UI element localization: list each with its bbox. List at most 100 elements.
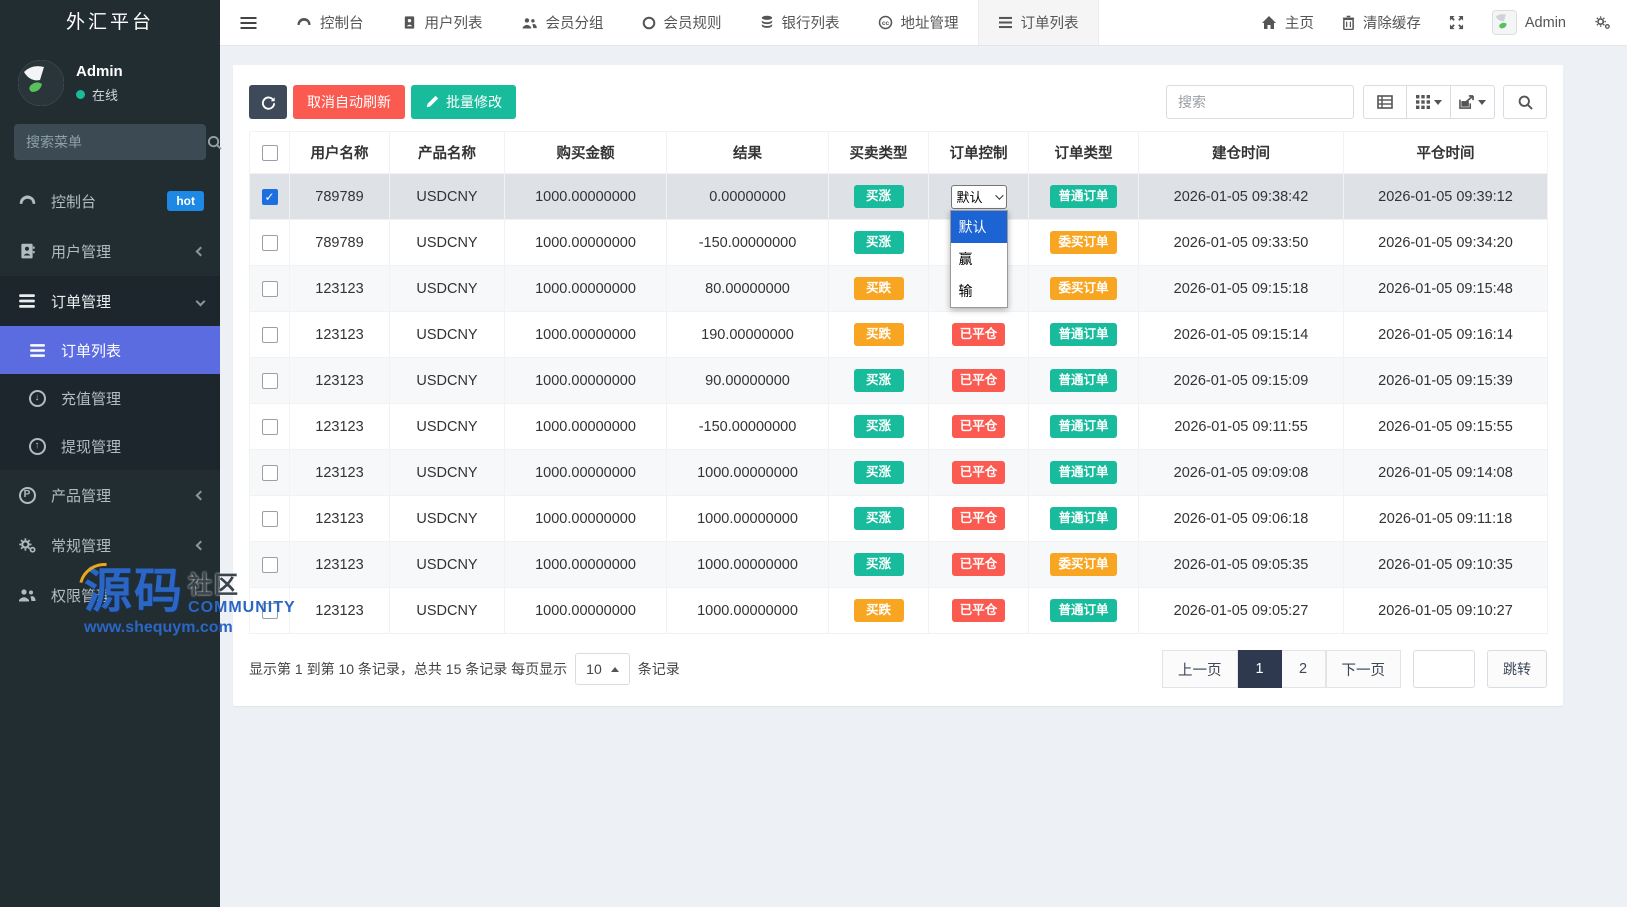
dropdown-option[interactable]: 默认 [951,211,1007,243]
home-icon [1261,15,1277,30]
cell-order-type: 普通订单 [1029,496,1139,542]
row-checkbox[interactable] [262,235,278,251]
sidebar-menu: 控制台 hot 用户管理 订单管理 订单列表 ↓ [0,176,220,620]
tab-console[interactable]: 控制台 [277,0,383,45]
row-checkbox[interactable] [262,373,278,389]
cell-result: 190.00000000 [667,312,829,358]
sidebar-item-withdraw[interactable]: ↑ 提现管理 [0,422,220,470]
export-button[interactable] [1451,85,1495,119]
search-button[interactable] [1503,85,1547,119]
cell-trade-type: 买跌 [829,266,929,312]
cell-trade-type: 买涨 [829,542,929,588]
tab-bank-list[interactable]: 银行列表 [741,0,859,45]
sidebar-item-user-management[interactable]: 用户管理 [0,226,220,276]
cell-open-time: 2026-01-05 09:11:55 [1139,404,1344,450]
row-checkbox[interactable] [262,511,278,527]
jump-button[interactable]: 跳转 [1487,650,1547,688]
row-checkbox[interactable] [262,603,278,619]
tab-member-groups[interactable]: 会员分组 [502,0,623,45]
column-header: 产品名称 [390,132,505,174]
cancel-auto-refresh-button[interactable]: 取消自动刷新 [293,85,405,119]
cell-open-time: 2026-01-05 09:05:35 [1139,542,1344,588]
tab-member-rules[interactable]: 会员规则 [623,0,741,45]
dropdown-option[interactable]: 输 [951,275,1007,307]
page-size-select[interactable]: 10 [575,653,630,685]
column-header: 订单控制 [929,132,1029,174]
row-checkbox[interactable] [262,557,278,573]
cell-amount: 1000.00000000 [505,174,667,220]
table-row: 123123USDCNY1000.000000001000.00000000买涨… [250,496,1548,542]
page-number-button[interactable]: 1 [1238,650,1282,688]
avatar [18,60,64,106]
clear-cache-link[interactable]: 清除缓存 [1342,12,1421,33]
cell-product: USDCNY [390,266,505,312]
menu-search [14,124,206,160]
cell-order-control: 已平仓 [929,588,1029,634]
column-header: 购买金额 [505,132,667,174]
row-checkbox[interactable] [262,281,278,297]
status-badge: 普通订单 [1050,507,1116,530]
sidebar-item-product-management[interactable]: P 产品管理 [0,470,220,520]
list-icon [16,293,38,309]
select-all-checkbox[interactable] [262,145,278,161]
sidebar-toggle-button[interactable] [220,0,277,45]
sidebar-item-permission-management[interactable]: 权限管理 [0,570,220,620]
row-checkbox[interactable] [262,419,278,435]
user-panel: Admin 在线 [0,46,220,116]
sidebar-item-order-management[interactable]: 订单管理 [0,276,220,326]
batch-edit-button[interactable]: 批量修改 [411,85,516,119]
cell-result: 80.00000000 [667,266,829,312]
page-number-button[interactable]: 2 [1282,650,1326,688]
status-badge: 已平仓 [952,461,1006,484]
table-row: 123123USDCNY1000.0000000090.00000000买涨已平… [250,358,1548,404]
cell-username: 123123 [290,358,390,404]
cell-username: 123123 [290,312,390,358]
sidebar-item-general-management[interactable]: 常规管理 [0,520,220,570]
cell-amount: 1000.00000000 [505,312,667,358]
table-search-input[interactable] [1166,85,1354,119]
tab-address-management[interactable]: cc 地址管理 [859,0,978,45]
tab-order-list[interactable]: 订单列表 [978,0,1099,45]
tab-user-list[interactable]: 用户列表 [383,0,502,45]
row-checkbox[interactable] [262,327,278,343]
home-link[interactable]: 主页 [1261,12,1314,33]
sidebar-item-dashboard[interactable]: 控制台 hot [0,176,220,226]
sidebar-item-order-list[interactable]: 订单列表 [0,326,220,374]
toggle-view-button[interactable] [1363,85,1407,119]
navbar-tabs: 控制台 用户列表 会员分组 会员规则 银行列表 [277,0,1099,45]
cell-order-control: 已平仓 [929,496,1029,542]
status-badge: 委买订单 [1050,231,1116,254]
cell-open-time: 2026-01-05 09:15:18 [1139,266,1344,312]
cell-trade-type: 买涨 [829,358,929,404]
row-checkbox[interactable]: ✓ [262,189,278,205]
settings-menu[interactable] [1594,15,1611,30]
fullscreen-button[interactable] [1449,15,1464,30]
select-all-header [250,132,290,174]
prev-page-button[interactable]: 上一页 [1162,650,1238,688]
dropdown-option[interactable]: 赢 [951,243,1007,275]
app-title: 外汇平台 [0,0,220,46]
cell-trade-type: 买跌 [829,588,929,634]
status-badge: 已平仓 [952,415,1006,438]
row-checkbox[interactable] [262,465,278,481]
circle-o-icon [642,16,656,30]
table-body: ✓789789USDCNY1000.000000000.00000000买涨默认… [250,174,1548,634]
cell-amount: 1000.00000000 [505,496,667,542]
order-control-select[interactable]: 默认 [951,185,1007,209]
jump-page-input[interactable] [1413,650,1475,688]
sidebar-item-recharge[interactable]: ↓ 充值管理 [0,374,220,422]
cell-order-type: 委买订单 [1029,542,1139,588]
address-book-icon [402,15,417,30]
cell-product: USDCNY [390,358,505,404]
columns-button[interactable] [1407,85,1451,119]
cell-open-time: 2026-01-05 09:15:09 [1139,358,1344,404]
users-icon [16,587,38,603]
refresh-button[interactable] [249,85,287,119]
cell-username: 123123 [290,542,390,588]
cell-result: 90.00000000 [667,358,829,404]
cell-order-type: 普通订单 [1029,358,1139,404]
next-page-button[interactable]: 下一页 [1326,650,1402,688]
download-circle-icon: ↓ [26,390,48,407]
menu-search-input[interactable] [26,134,207,150]
user-menu[interactable]: Admin [1492,10,1566,35]
